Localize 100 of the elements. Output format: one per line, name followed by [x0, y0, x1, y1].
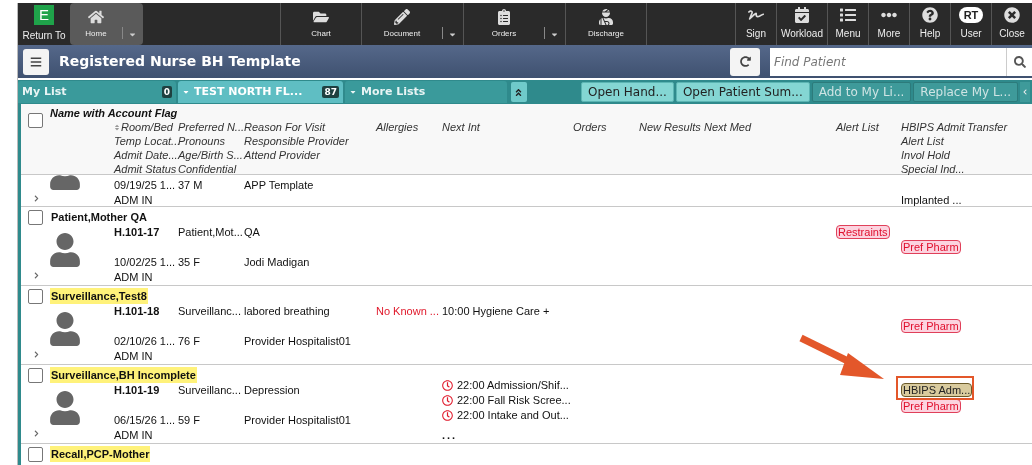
- toolbar-label: Orders: [491, 27, 517, 40]
- column-header[interactable]: Special Ind...: [901, 162, 965, 176]
- toolbar-item[interactable]: E Return To: [18, 3, 70, 45]
- count-badge: 87: [322, 86, 339, 98]
- double-chevron-icon: [514, 87, 524, 97]
- expand-chevron[interactable]: [33, 195, 40, 202]
- column-header[interactable]: New Results: [639, 120, 701, 134]
- pencil-icon: [394, 8, 410, 25]
- collapse-button[interactable]: [510, 82, 527, 102]
- expand-chevron[interactable]: [33, 430, 40, 437]
- cell-text: Depression: [244, 384, 300, 396]
- cell-text: 10:00 Hygiene Care +: [442, 305, 550, 317]
- task-text: 22:00 Admission/Shif...: [457, 378, 569, 394]
- caret-icon[interactable]: [128, 30, 137, 39]
- cell-text: QA: [244, 226, 260, 238]
- patient-name[interactable]: Surveillance,BH Incomplete: [50, 366, 197, 384]
- status-tag[interactable]: HBIPS Adm...: [901, 383, 973, 397]
- refresh-button[interactable]: [730, 47, 760, 76]
- cell-text: Surveillanc...: [178, 305, 241, 317]
- person-icon: [598, 8, 614, 25]
- toolbar-label: Menu: [835, 27, 861, 41]
- column-header[interactable]: HBIPS Admit: [901, 120, 965, 134]
- patient-name[interactable]: Recall,PCP-Mother: [50, 445, 151, 463]
- column-header[interactable]: Admit Status: [114, 162, 177, 176]
- cell-text: ADM IN: [114, 194, 153, 206]
- caret-icon[interactable]: [448, 30, 457, 39]
- caret-icon: [348, 88, 357, 96]
- column-header[interactable]: Attend Provider: [244, 148, 320, 162]
- room-bed: H.101-18: [114, 305, 160, 317]
- cell-text: 10/02/25 1...: [114, 256, 176, 268]
- cell-text: 06/15/26 1...: [114, 414, 176, 426]
- column-header[interactable]: Name with Account Flag: [50, 105, 178, 122]
- column-header[interactable]: Admit Date...: [114, 148, 178, 162]
- cell-text: APP Template: [244, 179, 314, 191]
- cell-text: ADM IN: [114, 350, 153, 362]
- column-header[interactable]: Responsible Provider: [244, 134, 349, 148]
- patient-name[interactable]: Patient,Mother QA: [50, 208, 148, 226]
- row-checkbox[interactable]: [28, 446, 43, 462]
- column-header[interactable]: Room/Bed: [114, 120, 173, 134]
- column-header[interactable]: Pronouns: [178, 134, 226, 148]
- room-bed: H.101-17: [114, 226, 160, 238]
- column-header[interactable]: Preferred N...: [178, 120, 245, 134]
- column-header[interactable]: Allergies: [376, 120, 419, 134]
- row-checkbox[interactable]: [28, 367, 43, 383]
- patient-name[interactable]: Surveillance,Test8: [50, 287, 148, 305]
- list-tab[interactable]: My List 0: [18, 81, 176, 103]
- clipboard-icon: [496, 8, 512, 25]
- expand-chevron[interactable]: [33, 272, 40, 279]
- cell-text: ADM IN: [114, 429, 153, 441]
- signature-icon: [747, 7, 764, 23]
- column-header[interactable]: Transfer: [967, 120, 1008, 134]
- cell-text: 59 F: [178, 414, 200, 426]
- column-header[interactable]: Orders: [573, 120, 607, 134]
- cell-text: Patient,Mot...: [178, 226, 243, 238]
- toolbar-label: Workload: [780, 27, 823, 41]
- clock-icon: [442, 395, 453, 406]
- toolbar-label: More: [877, 27, 901, 41]
- row-checkbox[interactable]: [28, 209, 43, 225]
- count-badge: 0: [161, 86, 172, 98]
- caret-icon[interactable]: [550, 30, 559, 39]
- cell-text: Jodi Madigan: [244, 256, 310, 268]
- room-bed: H.101-19: [114, 384, 160, 396]
- action-button[interactable]: Open Hand...: [580, 82, 674, 102]
- toolbar-label: Sign: [745, 27, 766, 41]
- cell-text: Surveillanc...: [178, 384, 241, 396]
- cell-text: 37 M: [178, 179, 203, 191]
- cell-text: 35 F: [178, 256, 200, 268]
- chevron-icon: [1022, 89, 1029, 95]
- sort-icon[interactable]: [114, 123, 120, 131]
- search-icon: [1013, 55, 1026, 68]
- column-header[interactable]: Alert List: [836, 120, 879, 134]
- expand-chevron[interactable]: [33, 351, 40, 358]
- select-all-checkbox[interactable]: [28, 113, 43, 128]
- toolbar-label: Return To: [22, 29, 66, 43]
- search-field[interactable]: Find Patient: [770, 47, 1006, 76]
- column-header[interactable]: Next Int: [442, 120, 480, 134]
- cell-text: Implanted ...: [901, 194, 962, 206]
- refresh-icon: [739, 56, 751, 67]
- column-header[interactable]: Next Med: [704, 120, 752, 134]
- list-icon: [840, 7, 856, 23]
- action-button[interactable]: Open Patient Sum...: [675, 82, 810, 102]
- more-text[interactable]: ...: [442, 429, 458, 441]
- menu-button[interactable]: [23, 48, 49, 75]
- page-title: Registered Nurse BH Template: [59, 52, 302, 71]
- toolbar-label: Discharge: [588, 27, 624, 40]
- toolbar-item[interactable]: Home: [70, 3, 143, 45]
- toolbar-label: Document: [383, 27, 421, 40]
- column-header[interactable]: Age/Birth S...: [178, 148, 243, 162]
- clock-icon: [442, 410, 453, 421]
- search-button[interactable]: [1006, 47, 1032, 76]
- list-tab[interactable]: TEST NORTH FL... 87: [178, 81, 343, 103]
- column-header[interactable]: Alert List: [901, 134, 944, 148]
- user-avatar: RT: [958, 7, 984, 23]
- column-header[interactable]: Confidential: [178, 162, 237, 176]
- avatar-silhouette: [48, 233, 82, 267]
- cell-text: Provider Hospitalist01: [244, 414, 351, 426]
- task-text: 22:00 Fall Risk Scree...: [457, 393, 571, 409]
- row-checkbox[interactable]: [28, 288, 43, 304]
- column-header[interactable]: Reason For Visit: [244, 120, 326, 134]
- column-header[interactable]: Invol Hold: [901, 148, 950, 162]
